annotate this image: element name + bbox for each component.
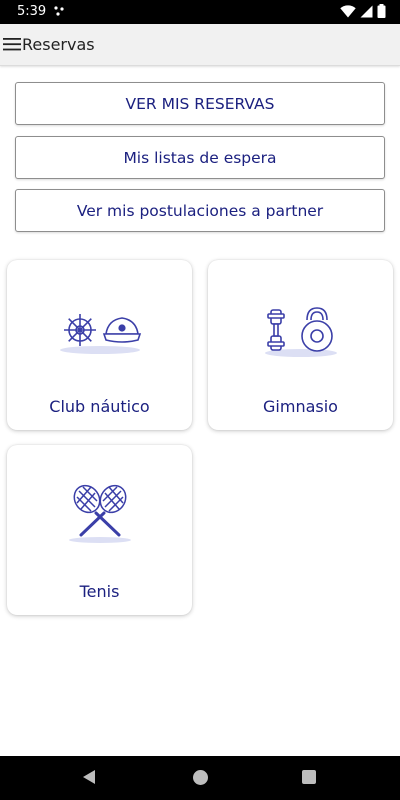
helm-captain-hat-icon (59, 314, 141, 354)
notification-dots-icon (54, 6, 64, 16)
status-icons (340, 4, 386, 18)
dumbbell-kettlebell-icon (264, 307, 337, 357)
card-label-gimnasio: Gimnasio (263, 397, 338, 416)
ver-postulaciones-partner-button[interactable]: Ver mis postulaciones a partner (15, 189, 385, 232)
ver-mis-reservas-button[interactable]: VER MIS RESERVAS (15, 82, 385, 125)
status-bar: 5:39 (0, 0, 400, 24)
home-icon[interactable] (193, 770, 208, 785)
status-time: 5:39 (17, 4, 47, 19)
tennis-rackets-icon (68, 484, 131, 543)
app-bar: Reservas (0, 24, 400, 66)
battery-icon (377, 4, 386, 18)
card-label-tenis: Tenis (79, 582, 120, 601)
card-label-club-nautico: Club náutico (49, 397, 150, 416)
recents-icon[interactable] (302, 770, 316, 784)
mis-listas-de-espera-button[interactable]: Mis listas de espera (15, 136, 385, 179)
card-club-nautico[interactable]: Club náutico (7, 260, 192, 430)
navigation-bar (0, 756, 400, 800)
signal-icon (360, 5, 373, 17)
back-icon[interactable] (82, 769, 96, 785)
card-gimnasio[interactable]: Gimnasio (208, 260, 393, 430)
page-title: Reservas (22, 35, 95, 54)
menu-icon[interactable] (3, 36, 21, 52)
wifi-icon (340, 4, 356, 17)
card-tenis[interactable]: Tenis (7, 445, 192, 615)
